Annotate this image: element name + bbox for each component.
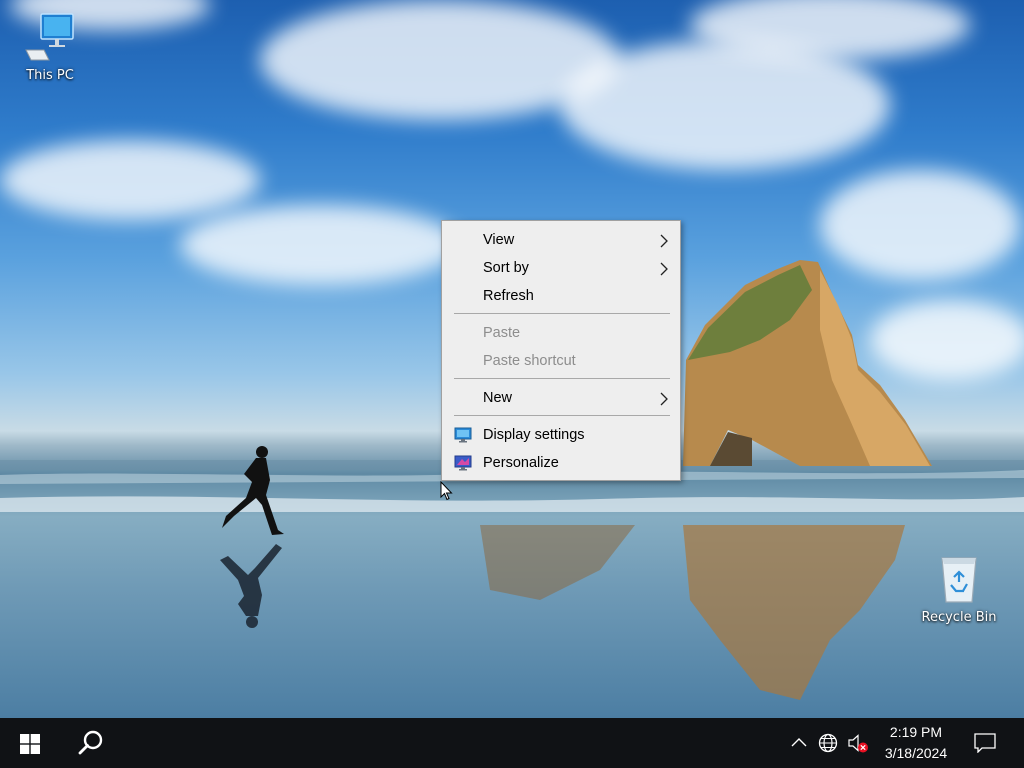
search-button[interactable] bbox=[62, 718, 118, 768]
menu-item-view[interactable]: View bbox=[442, 227, 680, 255]
menu-item-label: Paste bbox=[483, 325, 521, 341]
recycle-bin-icon bbox=[941, 557, 977, 603]
menu-item-display-settings[interactable]: Display settings bbox=[442, 422, 680, 450]
search-icon bbox=[78, 730, 103, 755]
menu-item-paste-shortcut: Paste shortcut bbox=[442, 348, 680, 376]
desktop-icon-recycle-bin[interactable]: Recycle Bin bbox=[914, 552, 1004, 625]
menu-item-label: New bbox=[483, 390, 513, 406]
menu-item-label: Refresh bbox=[483, 288, 534, 304]
menu-separator bbox=[454, 415, 670, 416]
mouse-pointer-icon bbox=[440, 481, 453, 501]
menu-item-refresh[interactable]: Refresh bbox=[442, 283, 680, 311]
menu-item-label: Display settings bbox=[483, 427, 585, 443]
chevron-right-icon bbox=[660, 262, 668, 276]
desktop-icon-this-pc[interactable]: This PC bbox=[5, 12, 95, 83]
chevron-up-icon bbox=[791, 738, 807, 747]
volume-muted-icon bbox=[848, 734, 868, 753]
network-button[interactable] bbox=[814, 718, 842, 768]
menu-separator bbox=[454, 313, 670, 314]
menu-item-new[interactable]: New bbox=[442, 385, 680, 413]
taskbar: 2:19 PM 3/18/2024 bbox=[0, 718, 1024, 768]
menu-item-personalize[interactable]: Personalize bbox=[442, 450, 680, 478]
chevron-right-icon bbox=[660, 392, 668, 406]
computer-icon bbox=[25, 13, 74, 61]
clock-date: 3/18/2024 bbox=[884, 745, 948, 761]
action-center-icon bbox=[974, 733, 996, 753]
start-button[interactable] bbox=[0, 718, 60, 768]
menu-item-sort-by[interactable]: Sort by bbox=[442, 255, 680, 283]
desktop-icon-label: Recycle Bin bbox=[921, 610, 997, 625]
windows-logo-icon bbox=[20, 734, 40, 754]
personalize-icon bbox=[454, 455, 472, 471]
volume-button[interactable] bbox=[844, 718, 868, 768]
menu-item-label: Paste shortcut bbox=[483, 353, 576, 369]
desktop-icon-label: This PC bbox=[26, 68, 74, 83]
action-center-button[interactable] bbox=[966, 718, 1006, 768]
desktop-context-menu: View Sort by Refresh Paste Paste shortcu… bbox=[441, 220, 681, 481]
menu-item-label: Sort by bbox=[483, 260, 529, 276]
menu-item-paste: Paste bbox=[442, 320, 680, 348]
show-hidden-icons-button[interactable] bbox=[786, 718, 812, 768]
menu-separator bbox=[454, 378, 670, 379]
display-settings-icon bbox=[454, 427, 472, 443]
menu-item-label: View bbox=[483, 232, 515, 248]
chevron-right-icon bbox=[660, 234, 668, 248]
network-globe-icon bbox=[818, 733, 838, 753]
clock-time: 2:19 PM bbox=[889, 724, 943, 740]
menu-item-label: Personalize bbox=[483, 455, 559, 471]
taskbar-clock[interactable]: 2:19 PM 3/18/2024 bbox=[868, 722, 964, 764]
